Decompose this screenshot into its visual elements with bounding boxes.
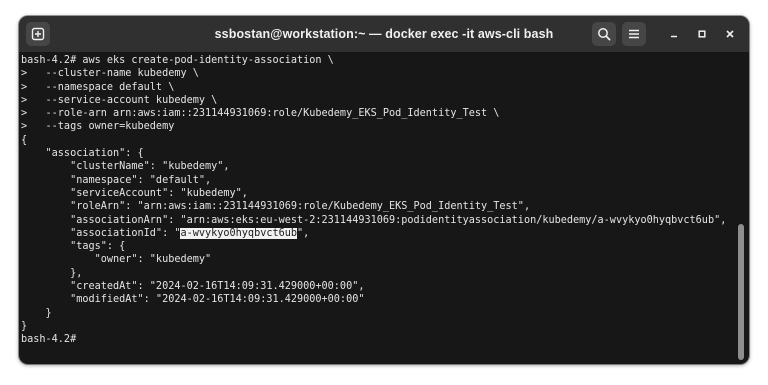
terminal-line-association-id: "associationId": "a-wvykyo0hyqbvct6ub",: [21, 227, 734, 240]
title-bar[interactable]: ssbostan@workstation:~ — docker exec -it…: [19, 16, 749, 52]
terminal-line: "tags": {: [21, 241, 126, 253]
terminal-line: "owner": "kubedemy": [21, 254, 212, 266]
terminal-line: "namespace": "default",: [21, 174, 212, 186]
close-button[interactable]: [721, 25, 739, 43]
association-id-prefix: "associationId": ": [21, 227, 181, 239]
terminal-output[interactable]: bash-4.2# aws eks create-pod-identity-as…: [19, 52, 734, 364]
terminal-line: }: [21, 307, 52, 319]
terminal-line: "association": {: [21, 148, 144, 160]
terminal-line: > --namespace default \: [21, 81, 175, 93]
scrollbar[interactable]: [734, 52, 749, 364]
terminal-line: "createdAt": "2024-02-16T14:09:31.429000…: [21, 281, 365, 293]
terminal-line: bash-4.2# aws eks create-pod-identity-as…: [21, 55, 334, 66]
maximize-button[interactable]: [693, 25, 711, 43]
terminal-line: > --cluster-name kubedemy \: [21, 68, 199, 80]
association-id-suffix: ",: [297, 227, 310, 239]
terminal-line: },: [21, 267, 83, 279]
terminal-window: ssbostan@workstation:~ — docker exec -it…: [19, 16, 749, 364]
terminal-line: "serviceAccount": "kubedemy",: [21, 187, 248, 199]
terminal-line: {: [21, 134, 28, 146]
terminal-line: > --role-arn arn:aws:iam::231144931069:r…: [21, 108, 500, 120]
terminal-line: "modifiedAt": "2024-02-16T14:09:31.42900…: [21, 294, 365, 306]
hamburger-menu-icon: [627, 27, 641, 41]
terminal-prompt[interactable]: bash-4.2#: [21, 333, 734, 346]
minimize-icon: [669, 29, 679, 39]
terminal-line: "associationArn": "arn:aws:eks:eu-west-2…: [21, 214, 727, 226]
selected-association-id[interactable]: a-wvykyo0hyqbvct6ub: [180, 227, 298, 239]
close-icon: [725, 29, 735, 39]
search-icon: [597, 27, 611, 41]
terminal-line: > --service-account kubedemy \: [21, 94, 218, 106]
terminal-line: "clusterName": "kubedemy",: [21, 161, 230, 173]
terminal-line: }: [21, 320, 28, 332]
terminal-line: > --tags owner=kubedemy: [21, 121, 175, 133]
maximize-icon: [697, 29, 707, 39]
scrollbar-thumb[interactable]: [738, 224, 744, 360]
search-button[interactable]: [592, 22, 616, 46]
terminal-line: "roleArn": "arn:aws:iam::231144931069:ro…: [21, 201, 531, 213]
menu-button[interactable]: [622, 22, 646, 46]
minimize-button[interactable]: [665, 25, 683, 43]
